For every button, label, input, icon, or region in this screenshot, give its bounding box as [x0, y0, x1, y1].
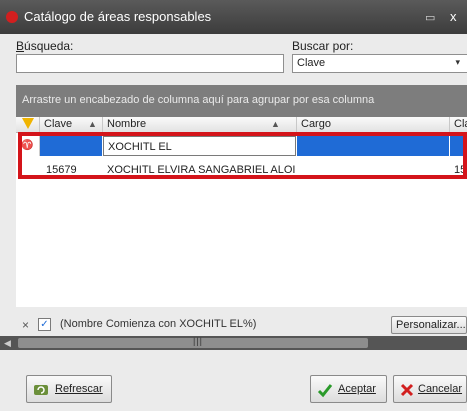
- search-label: Búsqueda:: [16, 39, 74, 53]
- refresh-button[interactable]: Refrescar: [26, 375, 112, 403]
- sort-asc-icon: ▲: [271, 119, 280, 129]
- check-icon: [317, 384, 333, 398]
- customize-button[interactable]: Personalizar...: [391, 316, 467, 334]
- column-header-cargo[interactable]: Cargo: [297, 117, 450, 132]
- catalog-window: Catálogo de áreas responsables ▭ x Búsqu…: [0, 0, 467, 411]
- cancel-x-icon: [400, 383, 414, 397]
- column-header-clave[interactable]: Clave ▲: [40, 117, 103, 132]
- group-by-bar[interactable]: Arrastre un encabezado de columna aquí p…: [16, 85, 467, 117]
- column-header-cla[interactable]: Cla: [450, 117, 467, 132]
- cancel-button[interactable]: Cancelar: [393, 375, 467, 403]
- search-by-select[interactable]: Clave ▾: [292, 54, 467, 73]
- accept-button[interactable]: Aceptar: [310, 375, 387, 403]
- title-bar: Catálogo de áreas responsables ▭ x: [0, 0, 467, 34]
- search-input[interactable]: [16, 54, 284, 73]
- group-by-hint: Arrastre un encabezado de columna aquí p…: [22, 94, 375, 106]
- accept-label: Aceptar: [338, 383, 376, 395]
- search-by-value: Clave: [297, 57, 326, 69]
- cancel-label: Cancelar: [418, 383, 463, 395]
- refresh-label: Refrescar: [55, 383, 103, 395]
- refresh-icon: [34, 385, 48, 395]
- app-icon: [6, 11, 18, 23]
- clear-filter-icon[interactable]: ×: [22, 318, 29, 332]
- chevron-down-icon: ▾: [455, 57, 460, 67]
- column-header-cla-label: Cla: [454, 118, 467, 130]
- customize-label: Personalizar...: [396, 319, 466, 331]
- scroll-left-icon[interactable]: ◀: [4, 338, 11, 349]
- horizontal-scrollbar[interactable]: ◀ |||: [0, 336, 467, 350]
- column-header-cargo-label: Cargo: [301, 118, 331, 130]
- minimize-icon[interactable]: ▭: [425, 11, 435, 24]
- sort-asc-icon: ▲: [88, 119, 97, 129]
- column-header-clave-label: Clave: [44, 118, 73, 130]
- filter-enabled-checkbox[interactable]: ✓: [38, 318, 51, 331]
- close-icon[interactable]: x: [450, 9, 457, 24]
- highlight-box: [18, 132, 467, 179]
- search-by-label: Buscar por:: [292, 39, 354, 53]
- column-header-nombre[interactable]: Nombre ▲: [103, 117, 297, 132]
- grip-icon: |||: [193, 336, 204, 346]
- active-filter-bar: × ✓ (Nombre Comienza con XOCHITL EL%) Pe…: [16, 316, 467, 334]
- grid-header: Clave ▲ Nombre ▲ Cargo Cla: [16, 117, 467, 133]
- search-label-text: úsqueda:: [24, 39, 74, 53]
- filter-expression[interactable]: (Nombre Comienza con XOCHITL EL%): [60, 318, 256, 330]
- column-header-nombre-label: Nombre: [107, 118, 147, 130]
- window-title: Catálogo de áreas responsables: [24, 9, 212, 24]
- filter-funnel-icon[interactable]: [22, 118, 34, 129]
- scroll-thumb[interactable]: |||: [18, 336, 368, 348]
